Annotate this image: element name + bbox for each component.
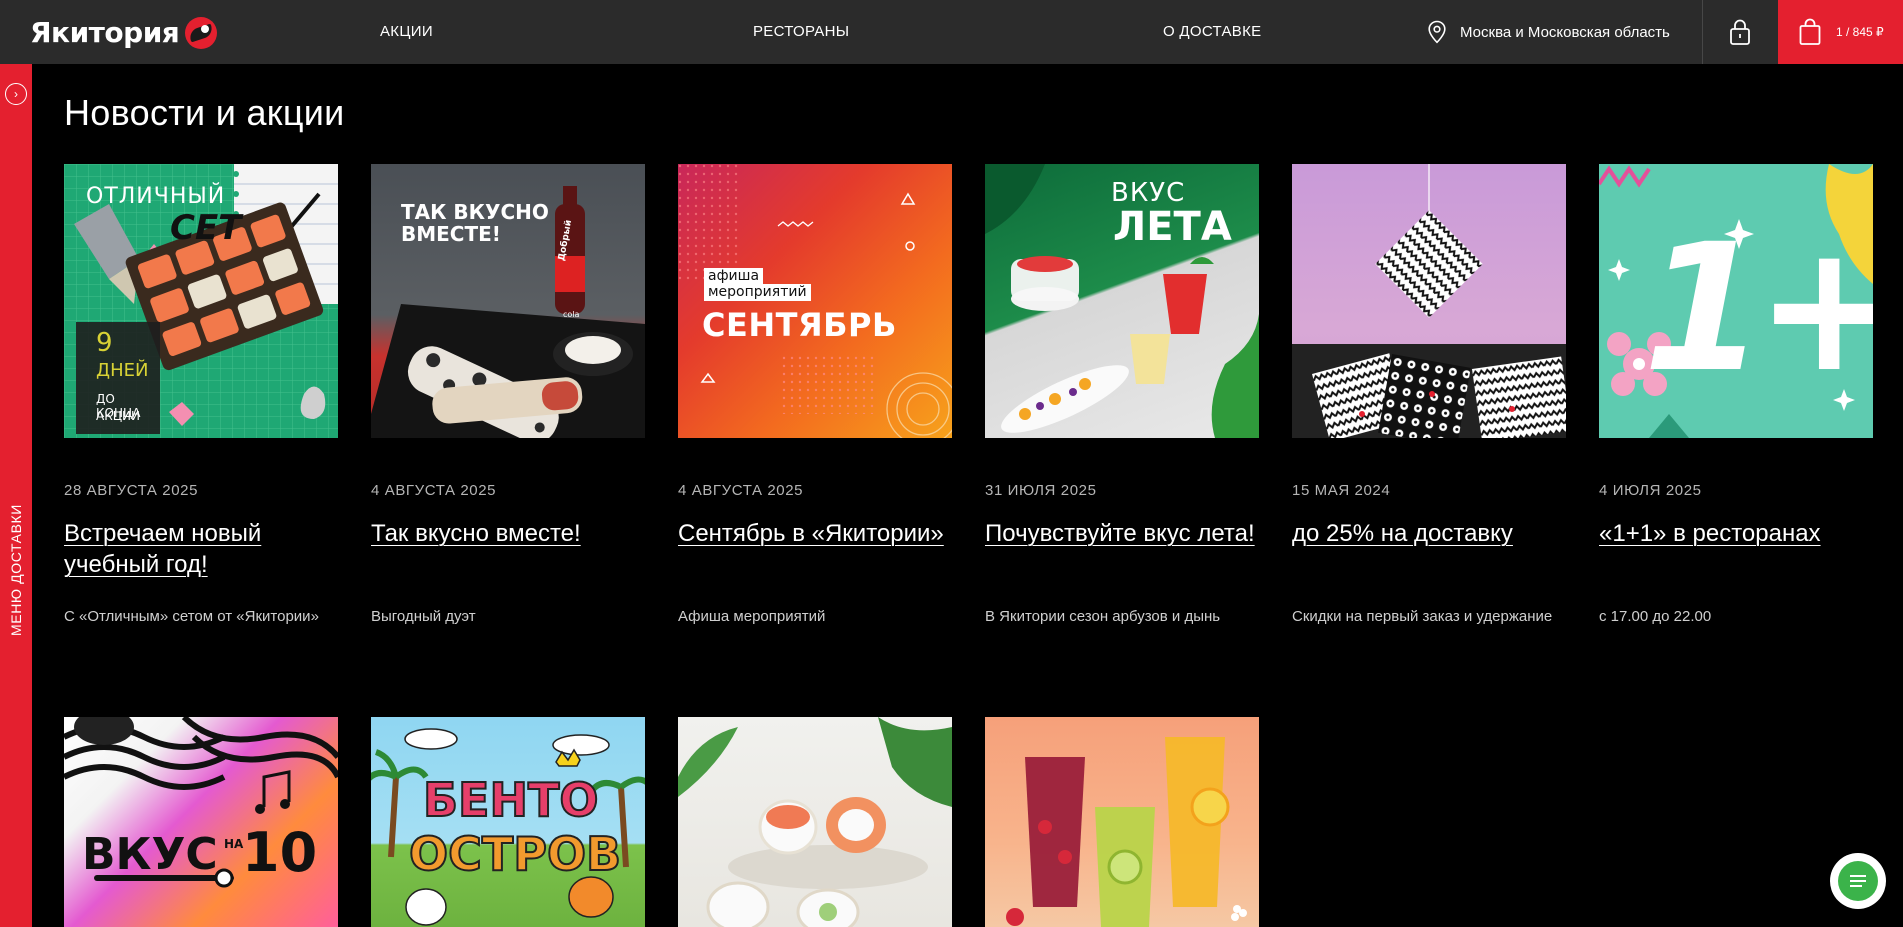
- bottle-cola: cola: [563, 310, 580, 319]
- chat-menu-icon: [1838, 861, 1878, 901]
- card-title[interactable]: «1+1» в ресторанах: [1599, 518, 1873, 549]
- art-line1: БЕНТО: [422, 772, 599, 828]
- cart-button[interactable]: 1 / 845 ₽: [1778, 0, 1903, 64]
- countdown-days-label: ДНЕЙ: [96, 360, 149, 381]
- delivery-bags-artwork: [1292, 164, 1566, 438]
- news-card[interactable]: афиша мероприятий СЕНТЯБРЬ 4 АВГУСТА 202…: [678, 164, 952, 625]
- nav-promo-link[interactable]: АКЦИИ: [380, 23, 433, 40]
- card-title[interactable]: Так вкусно вместе!: [371, 518, 645, 549]
- cart-total: 1 / 845 ₽: [1836, 25, 1884, 39]
- page-title: Новости и акции: [64, 92, 345, 133]
- news-card[interactable]: [678, 717, 952, 927]
- news-card[interactable]: ОТЛИЧНЫЙ СЕТ 9 ДНЕЙ ДО КОНЦА АКЦИИ 28 АВ…: [64, 164, 338, 625]
- nav-delivery-link[interactable]: О ДОСТАВКЕ: [1163, 23, 1261, 40]
- shopping-bag-icon: [1799, 18, 1821, 45]
- card-image[interactable]: ВКУС ЛЕТА: [985, 164, 1259, 438]
- card-description: Афиша мероприятий: [678, 608, 826, 625]
- card-image[interactable]: ОТЛИЧНЫЙ СЕТ 9 ДНЕЙ ДО КОНЦА АКЦИИ: [64, 164, 338, 438]
- chat-button[interactable]: [1830, 853, 1886, 909]
- card-date: 4 АВГУСТА 2025: [371, 482, 497, 499]
- card-description: С «Отличным» сетом от «Якитории»: [64, 608, 319, 625]
- card-description: Выгодный дуэт: [371, 608, 476, 625]
- art-tag1: афиша: [704, 268, 764, 285]
- art-small: НА: [224, 837, 244, 851]
- card-image[interactable]: 1+1: [1599, 164, 1873, 438]
- art-line1: ОТЛИЧНЫЙ: [86, 184, 226, 209]
- sushi-rolls-artwork: [678, 717, 952, 927]
- card-title[interactable]: до 25% на доставку: [1292, 518, 1566, 549]
- iced-drinks-artwork: [1006, 737, 1247, 927]
- lines-icon: [1850, 875, 1866, 887]
- news-card[interactable]: 1+1 4 ИЮЛЯ 2025 «1+1» в ресторанах с 17.…: [1599, 164, 1873, 625]
- location-label: Москва и Московская область: [1460, 23, 1670, 41]
- art-line2: СЕТ: [170, 208, 242, 248]
- art-line1: ВКУС: [82, 829, 218, 880]
- chevron-right-icon[interactable]: ›: [5, 83, 27, 105]
- art-line2: ОСТРОВ: [408, 826, 622, 882]
- header-divider: [1702, 0, 1703, 64]
- countdown-days: 9: [96, 328, 113, 358]
- card-image[interactable]: [678, 717, 952, 927]
- card-title[interactable]: Сентябрь в «Якитории»: [678, 518, 952, 549]
- card-image[interactable]: афиша мероприятий СЕНТЯБРЬ: [678, 164, 952, 438]
- card-description: В Якитории сезон арбузов и дынь: [985, 608, 1221, 625]
- delivery-menu-tab[interactable]: › МЕНЮ ДОСТАВКИ: [0, 64, 32, 927]
- news-card[interactable]: ВКУС НА 10: [64, 717, 338, 927]
- card-date: 4 АВГУСТА 2025: [678, 482, 804, 499]
- card-image[interactable]: [1292, 164, 1566, 438]
- card-title[interactable]: Встречаем новый учебный год!: [64, 518, 338, 580]
- site-header: Якитория АКЦИИ РЕСТОРАНЫ О ДОСТАВКЕ Моск…: [0, 0, 1903, 64]
- map-pin-icon: [1428, 20, 1446, 44]
- delivery-menu-label: МЕНЮ ДОСТАВКИ: [8, 504, 24, 636]
- card-date: 28 АВГУСТА 2025: [64, 482, 199, 499]
- card-description: Скидки на первый заказ и удержание: [1292, 608, 1553, 625]
- art-line2: ЛЕТА: [1113, 204, 1232, 250]
- art-line2: ВМЕСТЕ!: [401, 222, 501, 246]
- card-image[interactable]: [985, 717, 1259, 927]
- card-date: 15 МАЯ 2024: [1292, 482, 1391, 499]
- countdown-until2: АКЦИИ: [96, 409, 140, 423]
- logo[interactable]: Якитория: [30, 16, 218, 49]
- news-card[interactable]: ВКУС ЛЕТА 31 ИЮЛЯ 2025 Почувствуйте вкус…: [985, 164, 1259, 625]
- location-selector[interactable]: Москва и Московская область: [1426, 20, 1670, 44]
- art-big: 1+1: [1643, 206, 1873, 411]
- news-card[interactable]: [985, 717, 1259, 927]
- card-date: 4 ИЮЛЯ 2025: [1599, 482, 1702, 499]
- news-card[interactable]: БЕНТО ОСТРОВ: [371, 717, 645, 927]
- countdown-badge: 9 ДНЕЙ ДО КОНЦА АКЦИИ: [76, 322, 160, 434]
- card-date: 31 ИЮЛЯ 2025: [985, 482, 1097, 499]
- september-artwork: [678, 164, 952, 438]
- card-image[interactable]: ВКУС НА 10: [64, 717, 338, 927]
- art-line2: 10: [242, 821, 318, 884]
- art-big: СЕНТЯБРЬ: [702, 306, 897, 344]
- card-title[interactable]: Почувствуйте вкус лета!: [985, 518, 1259, 549]
- lock-icon[interactable]: [1727, 18, 1753, 46]
- art-line1: ТАК ВКУСНО: [401, 200, 549, 224]
- card-image[interactable]: БЕНТО ОСТРОВ: [371, 717, 645, 927]
- card-image[interactable]: ТАК ВКУСНО ВМЕСТЕ! Добрый cola: [371, 164, 645, 438]
- art-tag2: мероприятий: [704, 284, 811, 301]
- logo-mark-icon: [185, 16, 218, 49]
- logo-text: Якитория: [30, 16, 180, 49]
- news-card[interactable]: 15 МАЯ 2024 до 25% на доставку Скидки на…: [1292, 164, 1566, 625]
- news-card[interactable]: ТАК ВКУСНО ВМЕСТЕ! Добрый cola 4 АВГУСТА…: [371, 164, 645, 625]
- card-description: с 17.00 до 22.00: [1599, 608, 1712, 625]
- nav-restaurants-link[interactable]: РЕСТОРАНЫ: [753, 23, 849, 40]
